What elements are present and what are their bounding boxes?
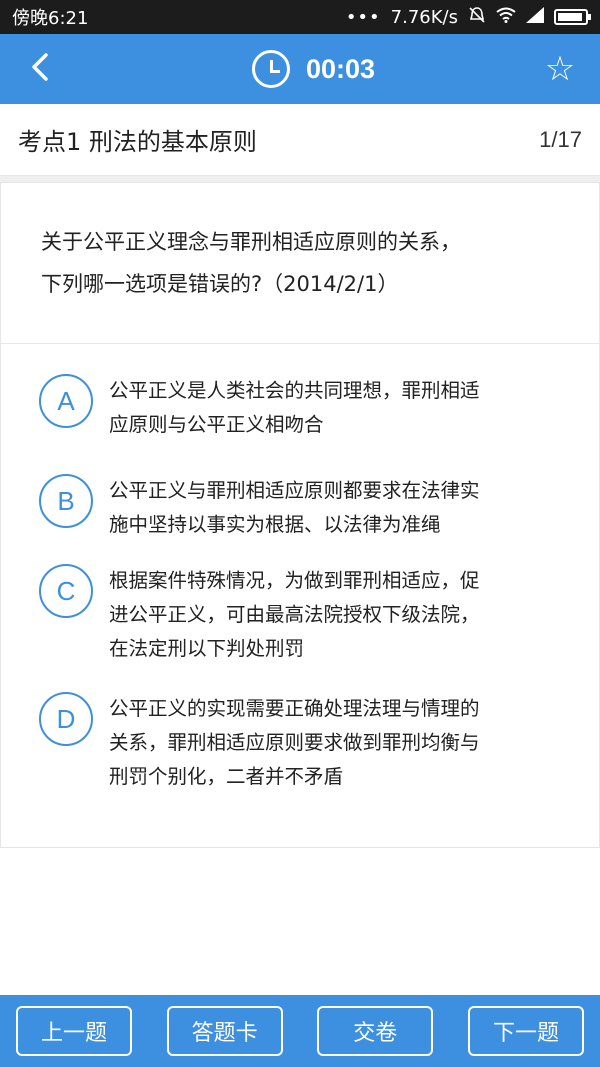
question-progress: 1/17 — [539, 126, 582, 152]
wifi-icon — [496, 7, 516, 28]
question-line: 下列哪一选项是错误的?（2014/2/1） — [41, 272, 399, 296]
option-d[interactable]: D 公平正义的实现需要正确处理法理与情理的 关系，罪刑相适应原则要求做到罪刑均衡… — [39, 692, 569, 794]
question-card: 关于公平正义理念与罪刑相适应原则的关系， 下列哪一选项是错误的?（2014/2/… — [0, 182, 600, 848]
star-outline-icon: ☆ — [544, 49, 576, 89]
clock-icon — [252, 50, 290, 88]
option-b-text: 公平正义与罪刑相适应原则都要求在法律实 施中坚持以事实为根据、以法律为准绳 — [109, 474, 480, 542]
option-line: 公平正义是人类社会的共同理想，罪刑相适 — [109, 379, 480, 402]
prev-question-button[interactable]: 上一题 — [16, 1006, 132, 1056]
option-line: 关系，罪刑相适应原则要求做到罪刑均衡与 — [109, 731, 480, 754]
option-b[interactable]: B 公平正义与罪刑相适应原则都要求在法律实 施中坚持以事实为根据、以法律为准绳 — [39, 474, 569, 542]
status-icons: ••• 7.76K/s — [345, 6, 591, 29]
answer-card-button[interactable]: 答题卡 — [166, 1006, 283, 1056]
option-b-badge: B — [39, 474, 93, 528]
question-separator — [1, 343, 599, 344]
network-speed: 7.76K/s — [390, 6, 458, 28]
option-d-text: 公平正义的实现需要正确处理法理与情理的 关系，罪刑相适应原则要求做到罪刑均衡与 … — [109, 692, 480, 794]
status-bar: 傍晚6:21 ••• 7.76K/s — [0, 0, 600, 34]
timer: 00:03 — [252, 48, 375, 90]
option-line: 根据案件特殊情况，为做到罪刑相适应，促 — [109, 569, 480, 592]
battery-icon — [554, 9, 591, 25]
bottom-bar: 上一题 答题卡 交卷 下一题 — [0, 995, 600, 1067]
option-a-badge: A — [39, 374, 93, 428]
option-line: 刑罚个别化，二者并不矛盾 — [109, 765, 344, 788]
next-question-button[interactable]: 下一题 — [467, 1006, 584, 1056]
chevron-left-icon — [29, 52, 51, 86]
option-line: 进公平正义，可由最高法院授权下级法院， — [109, 603, 480, 626]
submit-button[interactable]: 交卷 — [317, 1006, 434, 1056]
favorite-button[interactable]: ☆ — [538, 47, 582, 91]
top-bar: 00:03 ☆ — [0, 34, 600, 104]
option-line: 施中坚持以事实为根据、以法律为准绳 — [109, 513, 441, 536]
option-a[interactable]: A 公平正义是人类社会的共同理想，罪刑相适 应原则与公平正义相吻合 — [39, 374, 569, 442]
option-c-badge: C — [39, 564, 93, 618]
timer-text: 00:03 — [306, 53, 376, 84]
option-line: 在法定刑以下判处刑罚 — [109, 637, 305, 660]
option-d-badge: D — [39, 692, 93, 746]
more-dots-icon: ••• — [345, 6, 381, 28]
option-c[interactable]: C 根据案件特殊情况，为做到罪刑相适应，促 进公平正义，可由最高法院授权下级法院… — [39, 564, 569, 666]
option-line: 公平正义的实现需要正确处理法理与情理的 — [109, 697, 480, 720]
section-header: 考点1 刑法的基本原则 1/17 — [0, 104, 600, 176]
option-line: 应原则与公平正义相吻合 — [109, 413, 324, 436]
option-line: 公平正义与罪刑相适应原则都要求在法律实 — [109, 479, 480, 502]
option-a-text: 公平正义是人类社会的共同理想，罪刑相适 应原则与公平正义相吻合 — [109, 374, 480, 442]
question-line: 关于公平正义理念与罪刑相适应原则的关系， — [41, 230, 461, 254]
back-button[interactable] — [18, 47, 62, 91]
question-text: 关于公平正义理念与罪刑相适应原则的关系， 下列哪一选项是错误的?（2014/2/… — [41, 221, 571, 305]
option-c-text: 根据案件特殊情况，为做到罪刑相适应，促 进公平正义，可由最高法院授权下级法院， … — [109, 564, 480, 666]
mute-icon — [468, 6, 486, 29]
signal-icon — [526, 6, 544, 28]
section-title: 考点1 刑法的基本原则 — [18, 128, 257, 156]
status-time: 傍晚6:21 — [12, 8, 89, 29]
